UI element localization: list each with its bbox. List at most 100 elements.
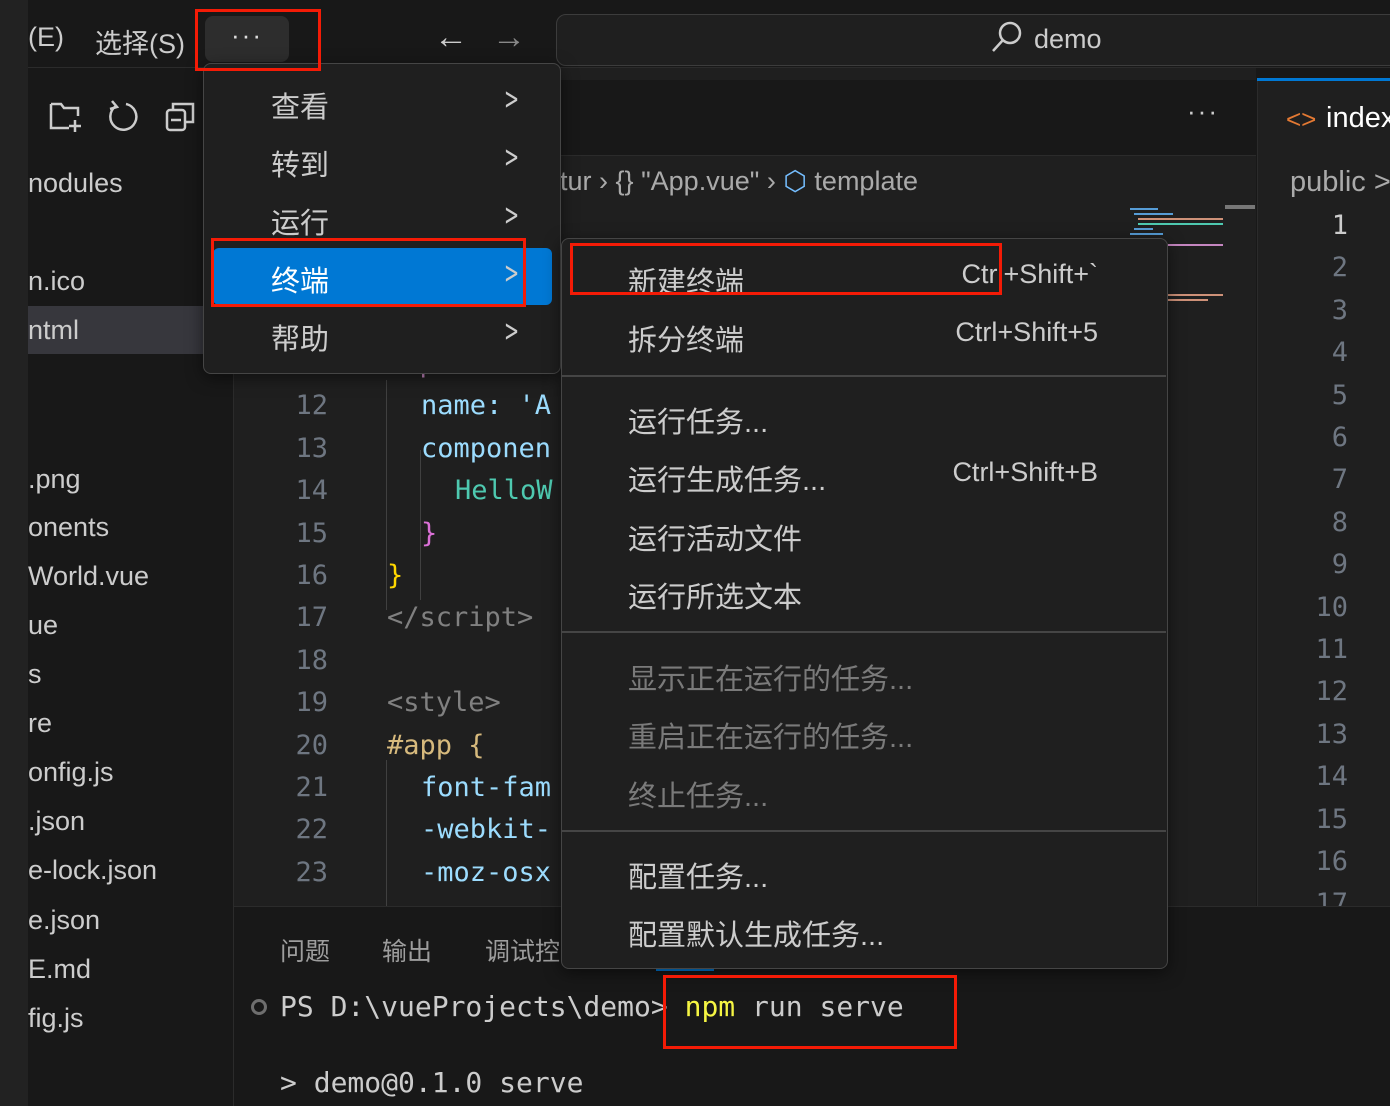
submenu-item: 显示正在运行的任务...: [562, 648, 1166, 700]
code-line: </script>: [387, 602, 534, 634]
chevron-right-icon: >: [503, 314, 519, 349]
file-item[interactable]: s: [28, 650, 234, 698]
tab-output[interactable]: 输出: [382, 932, 432, 968]
menu-item-label: 帮助: [271, 324, 330, 356]
menu-separator: [562, 830, 1166, 832]
breadcrumb-item[interactable]: tur: [560, 166, 592, 196]
line-number: 16: [295, 560, 328, 591]
line-number: 2: [1331, 252, 1348, 284]
submenu-item[interactable]: 配置默认生成任务...: [562, 904, 1166, 956]
file-item[interactable]: .png: [28, 455, 234, 503]
menu-item-1[interactable]: 转到 >: [213, 132, 552, 189]
submenu-item[interactable]: 运行所选文本: [562, 566, 1166, 618]
menu-item-4[interactable]: 帮助 >: [213, 306, 552, 363]
line-number: 14: [295, 475, 328, 507]
menu-item-label: 运行: [271, 208, 330, 240]
menu-separator: [562, 631, 1166, 633]
line-number: 23: [295, 856, 328, 888]
line-number: 16: [1315, 846, 1348, 877]
submenu-item[interactable]: 拆分终端 Ctrl+Shift+5: [562, 309, 1166, 361]
line-number: 4: [1331, 337, 1348, 369]
refresh-icon[interactable]: [106, 98, 142, 134]
file-item[interactable]: onents: [28, 503, 234, 551]
menu-item-label: 查看: [271, 92, 330, 124]
command-center-search[interactable]: [556, 14, 1390, 66]
code-line: <style>: [387, 687, 501, 719]
highlight-box: [663, 975, 957, 1049]
terminal-output: > demo@0.1.0 serve: [280, 1066, 584, 1099]
submenu-item[interactable]: 运行活动文件: [562, 508, 1166, 560]
submenu-item-label: 重启正在运行的任务...: [628, 722, 914, 755]
submenu-item-label: 运行生成任务...: [628, 465, 827, 498]
code-line: -webkit-: [421, 814, 552, 846]
submenu-item-label: 显示正在运行的任务...: [628, 664, 914, 696]
submenu-item-label: 运行活动文件: [628, 523, 803, 556]
highlight-box: [195, 9, 321, 71]
line-number: 14: [1315, 761, 1348, 793]
breadcrumb: tur › {} "App.vue" › ⬡ template: [560, 166, 918, 197]
code-line: }: [387, 560, 404, 591]
indent-guide: [386, 760, 387, 906]
new-folder-icon[interactable]: [48, 98, 84, 134]
tab-debug-console[interactable]: 调试控: [485, 932, 560, 968]
collapse-all-icon[interactable]: [164, 98, 200, 134]
file-item[interactable]: .json: [28, 797, 234, 845]
code-line: -moz-osx: [421, 856, 552, 888]
indent-guide: [386, 380, 387, 610]
cube-icon: ⬡: [783, 166, 807, 196]
code-line: name: 'A: [421, 390, 552, 422]
menu-edit[interactable]: (E): [28, 22, 64, 53]
code-line: HelloW: [455, 475, 553, 507]
file-item[interactable]: ue: [28, 601, 234, 649]
editor-more-actions[interactable]: ···: [1187, 96, 1219, 127]
file-item[interactable]: E.md: [28, 945, 234, 993]
code-view[interactable]: 11export def12name: 'A13componen14HelloW…: [234, 350, 560, 906]
keybinding: Ctrl+Shift+5: [955, 317, 1098, 348]
file-item[interactable]: e-lock.json: [28, 846, 234, 894]
line-number: 13: [295, 432, 328, 464]
code-line: }: [421, 517, 438, 549]
submenu-item-label: 拆分终端: [628, 325, 745, 358]
line-number: 15: [295, 517, 328, 549]
arrow-right-icon[interactable]: →: [492, 18, 526, 57]
line-number: 8: [1331, 506, 1348, 538]
file-item[interactable]: World.vue: [28, 552, 234, 600]
menu-selection[interactable]: 选择(S): [95, 22, 185, 61]
code-line: #app {: [387, 729, 485, 761]
file-item[interactable]: fig.js: [28, 994, 234, 1042]
code-line: componen: [421, 432, 552, 464]
scrollbar[interactable]: [1225, 205, 1255, 209]
chevron-right-icon: >: [503, 82, 519, 117]
line-number: 18: [295, 644, 328, 676]
submenu-item[interactable]: 运行任务...: [562, 391, 1166, 443]
submenu-item: 终止任务...: [562, 765, 1166, 817]
line-number: 5: [1331, 379, 1348, 411]
terminal-prompt: PS D:\vueProjects\demo>: [280, 990, 668, 1023]
line-number: 17: [295, 602, 328, 634]
tab-problems[interactable]: 问题: [280, 932, 330, 968]
line-number: 10: [1315, 591, 1348, 623]
tab-index-html[interactable]: index: [1326, 102, 1390, 135]
file-item[interactable]: re: [28, 699, 234, 747]
active-tab-indicator: [1257, 78, 1390, 81]
submenu-item[interactable]: 配置任务...: [562, 846, 1166, 898]
submenu-item[interactable]: 运行生成任务... Ctrl+Shift+B: [562, 449, 1166, 501]
submenu-item: 重启正在运行的任务...: [562, 706, 1166, 758]
submenu-item-label: 运行所选文本: [628, 581, 803, 614]
submenu-item-label: 配置任务...: [628, 862, 769, 894]
file-item[interactable]: onfig.js: [28, 748, 234, 796]
line-number: 11: [1315, 634, 1348, 665]
keybinding: Ctrl+Shift+B: [952, 457, 1098, 488]
line-number: 12: [295, 390, 328, 422]
breadcrumb-item[interactable]: {} "App.vue": [616, 166, 760, 196]
right-breadcrumb[interactable]: public >: [1290, 166, 1390, 199]
menu-separator: [562, 375, 1166, 377]
activity-bar-edge: [0, 0, 28, 1106]
highlight-box: [570, 243, 1002, 295]
menu-item-0[interactable]: 查看 >: [213, 74, 552, 131]
highlight-box: [211, 238, 526, 307]
arrow-left-icon[interactable]: ←: [434, 18, 468, 57]
file-item[interactable]: e.json: [28, 896, 234, 944]
breadcrumb-item[interactable]: template: [814, 166, 918, 196]
chevron-right-icon: ›: [599, 166, 616, 196]
